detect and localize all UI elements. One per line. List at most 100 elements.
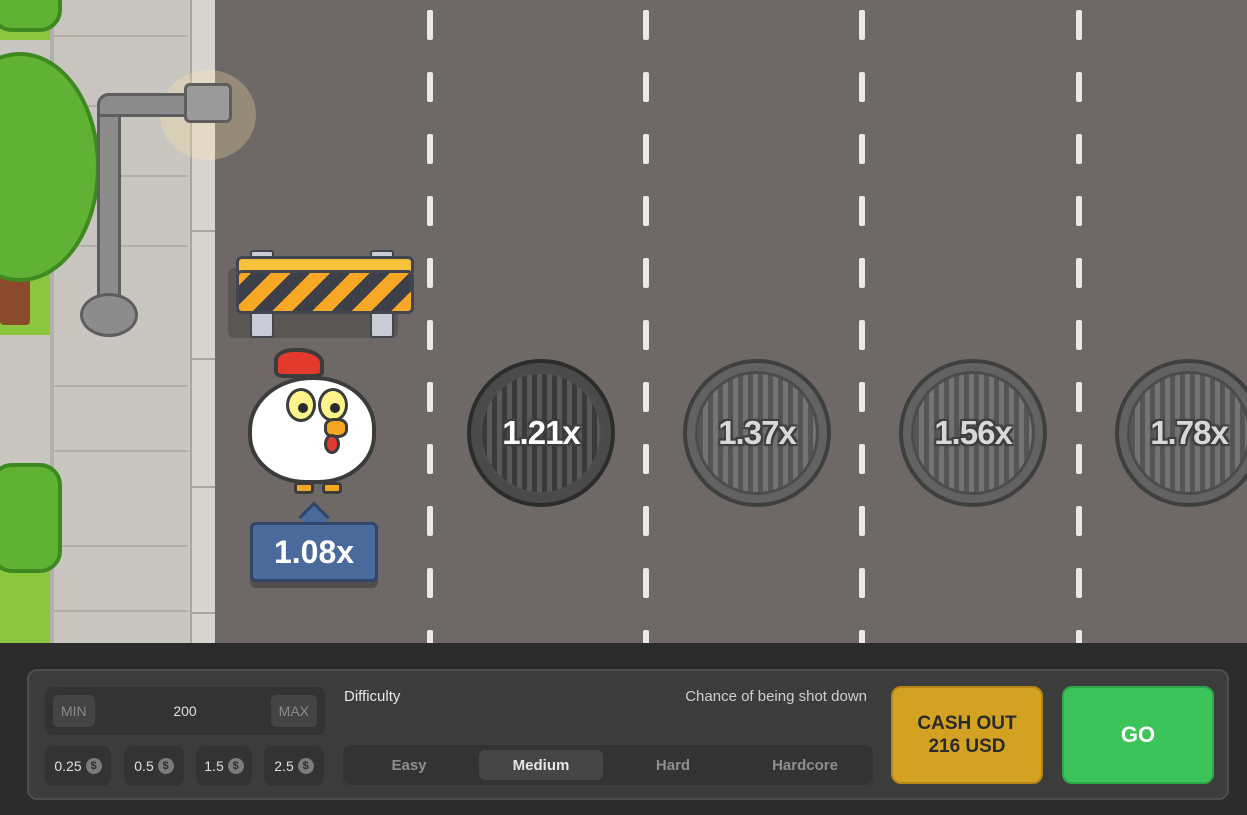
lane-dash bbox=[427, 568, 433, 598]
difficulty-tab-hardcore[interactable]: Hardcore bbox=[743, 750, 867, 780]
lane-dash bbox=[643, 506, 649, 536]
chicken-icon bbox=[244, 348, 380, 498]
quick-bet-label: 0.25 bbox=[54, 758, 82, 774]
lane-dash bbox=[427, 196, 433, 226]
lane-dash bbox=[427, 320, 433, 350]
lane-dash bbox=[427, 444, 433, 474]
lane-dash bbox=[427, 134, 433, 164]
quick-bet-label: 0.5 bbox=[134, 758, 154, 774]
lane-multiplier-1[interactable]: 1.21x bbox=[467, 359, 615, 507]
control-panel: MIN 200 MAX 0.25 $ 0.5 $ 1.5 $ 2.5 $ Dif… bbox=[27, 669, 1229, 800]
lane-dash bbox=[643, 196, 649, 226]
lane-dash bbox=[1076, 134, 1082, 164]
bush-icon bbox=[0, 0, 62, 32]
difficulty-selector: Easy Medium Hard Hardcore bbox=[343, 745, 873, 785]
lane-dash bbox=[643, 134, 649, 164]
lane-dash bbox=[643, 382, 649, 412]
difficulty-tab-hard[interactable]: Hard bbox=[611, 750, 735, 780]
lane-dash bbox=[1076, 258, 1082, 288]
brick-line bbox=[52, 450, 188, 452]
lane-dash bbox=[427, 10, 433, 40]
lane-dash bbox=[643, 320, 649, 350]
multiplier-label: 1.37x bbox=[718, 414, 797, 451]
street-lamp-base bbox=[80, 293, 138, 337]
curb-joint bbox=[190, 612, 215, 614]
dollar-coin-icon: $ bbox=[157, 758, 174, 774]
difficulty-label: Difficulty bbox=[344, 688, 401, 705]
road-barrier-icon bbox=[236, 250, 414, 340]
lane-dash bbox=[427, 506, 433, 536]
current-multiplier-badge: 1.08x bbox=[250, 522, 378, 582]
quick-bet-button[interactable]: 0.25 $ bbox=[45, 746, 111, 786]
lane-dash bbox=[643, 10, 649, 40]
lane-divider bbox=[1076, 0, 1082, 643]
bush-icon bbox=[0, 463, 62, 573]
dollar-coin-icon: $ bbox=[297, 758, 314, 774]
lane-dash bbox=[1076, 506, 1082, 536]
multiplier-label: 1.78x bbox=[1150, 414, 1229, 451]
lane-dash bbox=[859, 506, 865, 536]
lane-dash bbox=[859, 382, 865, 412]
lane-dash bbox=[859, 258, 865, 288]
lane-dash bbox=[859, 196, 865, 226]
lane-dash bbox=[1076, 320, 1082, 350]
lane-dash bbox=[643, 258, 649, 288]
lane-dash bbox=[427, 630, 433, 643]
quick-bet-label: 1.5 bbox=[204, 758, 224, 774]
game-board: 1.08x 1.21x 1.37x 1.56x 1.78x bbox=[0, 0, 1247, 643]
lane-dash bbox=[1076, 382, 1082, 412]
brick-line bbox=[52, 610, 188, 612]
lane-divider bbox=[427, 0, 433, 643]
quick-bet-label: 2.5 bbox=[274, 758, 294, 774]
lane-dash bbox=[1076, 568, 1082, 598]
brick-line bbox=[52, 35, 188, 37]
difficulty-tab-medium[interactable]: Medium bbox=[479, 750, 603, 780]
min-bet-button[interactable]: MIN bbox=[53, 695, 95, 727]
curb-joint bbox=[190, 358, 215, 360]
lane-dash bbox=[427, 72, 433, 102]
brick-line bbox=[52, 545, 188, 547]
quick-bet-button[interactable]: 1.5 $ bbox=[196, 746, 252, 786]
lane-dash bbox=[643, 630, 649, 643]
cash-out-button[interactable]: CASH OUT 216 USD bbox=[891, 686, 1043, 784]
lane-divider bbox=[643, 0, 649, 643]
lane-dash bbox=[859, 444, 865, 474]
lane-dash bbox=[859, 72, 865, 102]
lane-dash bbox=[643, 444, 649, 474]
lane-dash bbox=[1076, 10, 1082, 40]
multiplier-label: 1.21x bbox=[502, 414, 581, 451]
lane-dash bbox=[1076, 444, 1082, 474]
dollar-coin-icon: $ bbox=[85, 758, 102, 774]
quick-bet-button[interactable]: 2.5 $ bbox=[264, 746, 324, 786]
go-button[interactable]: GO bbox=[1062, 686, 1214, 784]
lane-multiplier-3: 1.56x bbox=[899, 359, 1047, 507]
cash-out-amount: 216 USD bbox=[928, 736, 1006, 757]
chance-label: Chance of being shot down bbox=[685, 688, 867, 705]
dollar-coin-icon: $ bbox=[227, 758, 244, 774]
max-bet-button[interactable]: MAX bbox=[270, 695, 317, 727]
street-lamp-icon bbox=[97, 93, 121, 308]
difficulty-tab-easy[interactable]: Easy bbox=[347, 750, 471, 780]
street-lamp-head bbox=[184, 83, 232, 123]
lane-dash bbox=[1076, 72, 1082, 102]
lane-dash bbox=[427, 258, 433, 288]
lane-dash bbox=[859, 320, 865, 350]
lane-dash bbox=[1076, 630, 1082, 643]
bet-amount-value[interactable]: 200 bbox=[145, 687, 225, 735]
multiplier-label: 1.56x bbox=[934, 414, 1013, 451]
lane-dash bbox=[859, 10, 865, 40]
lane-dash bbox=[643, 72, 649, 102]
curb-joint bbox=[190, 486, 215, 488]
lane-dash bbox=[859, 134, 865, 164]
quick-bet-button[interactable]: 0.5 $ bbox=[124, 746, 184, 786]
brick-line bbox=[52, 385, 188, 387]
lane-dash bbox=[859, 568, 865, 598]
bet-amount-input[interactable]: MIN 200 MAX bbox=[45, 687, 325, 735]
lane-dash bbox=[643, 568, 649, 598]
lane-multiplier-2: 1.37x bbox=[683, 359, 831, 507]
lane-dash bbox=[859, 630, 865, 643]
cash-out-label: CASH OUT bbox=[917, 713, 1017, 734]
lane-divider bbox=[859, 0, 865, 643]
lane-multiplier-4: 1.78x bbox=[1115, 359, 1247, 507]
lane-dash bbox=[427, 382, 433, 412]
